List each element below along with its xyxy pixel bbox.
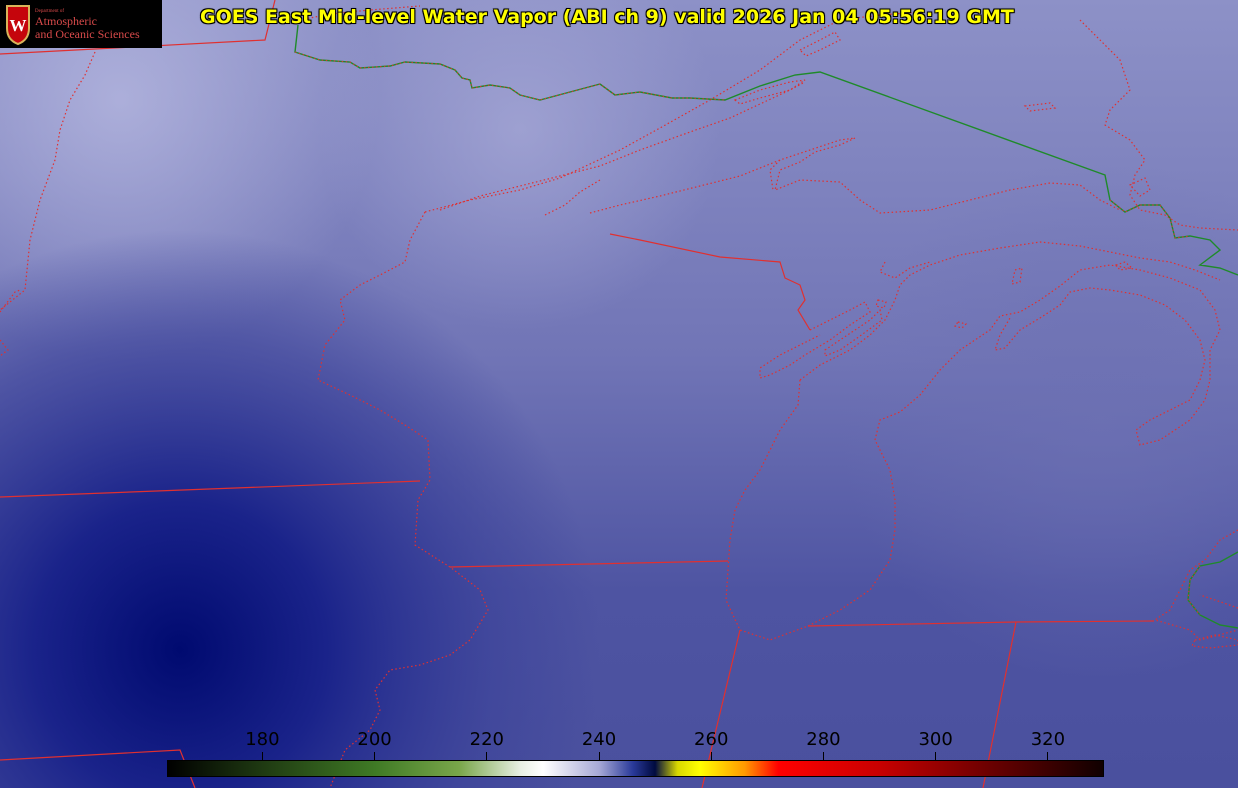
colorbar-tick-mark <box>935 752 937 760</box>
water-vapor-map <box>0 0 1238 788</box>
colorbar-tick-label: 220 <box>469 729 504 750</box>
colorbar-tick-label: 320 <box>1030 729 1066 750</box>
colorbar-tick-label: 300 <box>918 729 953 750</box>
colorbar-tick-mark <box>598 752 600 760</box>
colorbar-tick-mark <box>822 752 824 760</box>
colorbar-tick-mark <box>486 752 488 760</box>
imagery-dry-core <box>0 0 1238 788</box>
colorbar-tick-mark <box>374 752 376 760</box>
colorbar <box>167 760 1104 777</box>
crest-letter: W <box>10 16 27 35</box>
colorbar-tick-label: 180 <box>245 729 280 750</box>
colorbar-tick-label: 260 <box>694 729 729 750</box>
colorbar-ticks: 180 200 220 240 260 280 300 320 <box>0 728 1238 760</box>
image-title: GOES East Mid-level Water Vapor (ABI ch … <box>200 6 1014 28</box>
colorbar-tick-label: 280 <box>806 729 841 750</box>
colorbar-tick-mark <box>1047 752 1049 760</box>
logo-line-2: and Oceanic Sciences <box>35 27 140 41</box>
department-logo: W Department of Atmospheric and Oceanic … <box>0 0 162 48</box>
colorbar-tick-label: 200 <box>357 729 392 750</box>
colorbar-tick-label: 240 <box>581 729 617 750</box>
crest-icon: W <box>6 5 30 46</box>
colorbar-tick-mark <box>710 752 712 760</box>
colorbar-tick-mark <box>261 752 263 760</box>
